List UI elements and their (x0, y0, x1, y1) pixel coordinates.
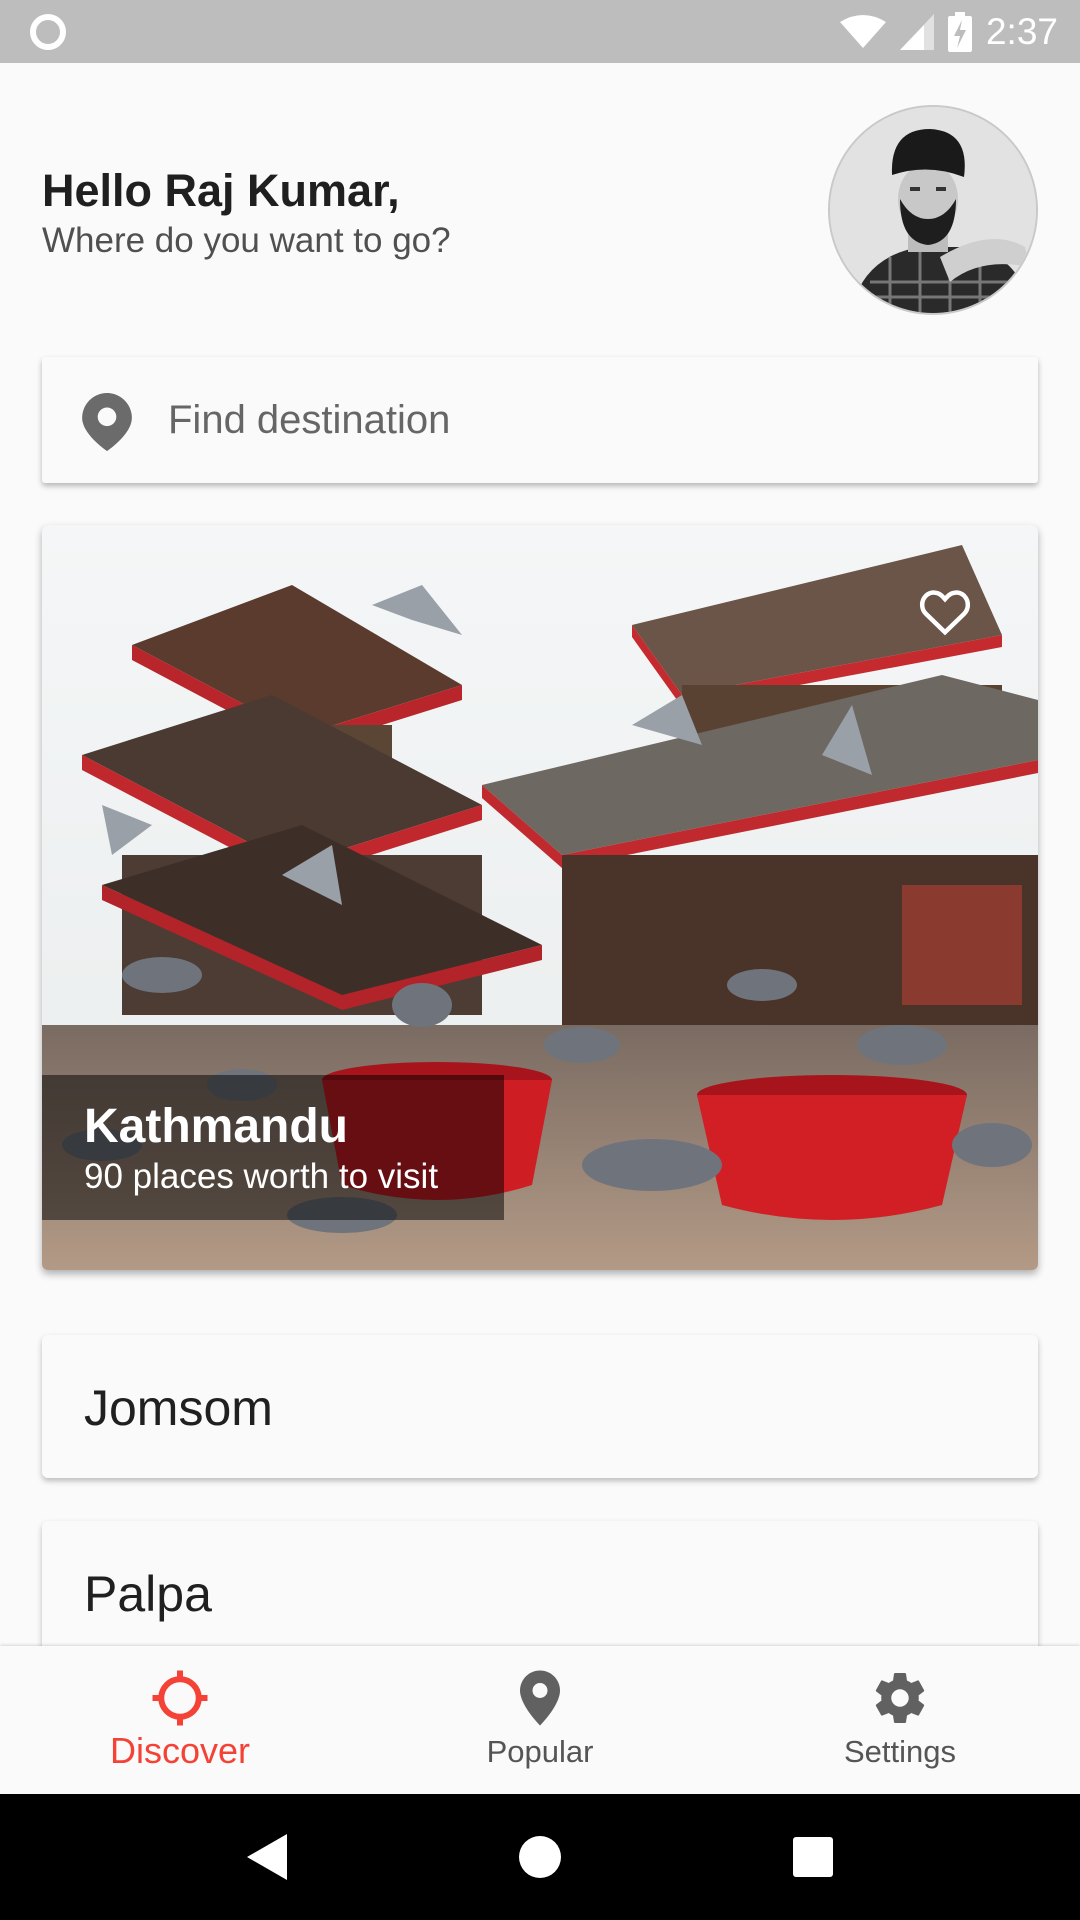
search-input[interactable] (168, 357, 988, 483)
home-button[interactable] (510, 1827, 570, 1887)
heart-icon[interactable] (918, 587, 972, 637)
destination-card-jomsom[interactable]: Jomsom (42, 1335, 1038, 1478)
status-time: 2:37 (985, 11, 1058, 52)
home-circle-icon (518, 1836, 561, 1878)
signal-icon (899, 14, 934, 50)
search-box[interactable] (42, 357, 1038, 483)
featured-destination-card[interactable]: Kathmandu 90 places worth to visit (42, 525, 1038, 1270)
notification-circle-icon (30, 14, 66, 50)
back-button[interactable] (237, 1827, 297, 1887)
featured-subtitle: 90 places worth to visit (84, 1157, 439, 1196)
back-triangle-icon (246, 1834, 287, 1880)
featured-title: Kathmandu (84, 1100, 348, 1153)
location-pin-icon (82, 393, 132, 451)
system-navigation-bar (0, 1794, 1080, 1920)
recents-square-icon (793, 1837, 834, 1877)
gear-icon (875, 1673, 925, 1723)
featured-caption: Kathmandu 90 places worth to visit (42, 1075, 504, 1220)
greeting: Hello Raj Kumar, Where do you want to go… (42, 163, 762, 263)
nav-item-popular[interactable]: Popular (360, 1646, 720, 1794)
nav-label: Discover (109, 1730, 251, 1771)
nav-label: Settings (843, 1734, 956, 1769)
wifi-icon (839, 15, 886, 48)
nav-label: Popular (486, 1734, 594, 1769)
bottom-navigation: Discover Popular Settings (0, 1646, 1080, 1794)
destination-name: Palpa (84, 1566, 212, 1622)
location-pin-icon (520, 1670, 560, 1726)
status-bar: 2:37 (0, 0, 1080, 63)
nav-item-settings[interactable]: Settings (720, 1646, 1080, 1794)
destination-name: Jomsom (84, 1380, 273, 1436)
status-icons: 2:37 (839, 8, 1058, 56)
battery-charging-icon (947, 12, 972, 52)
greeting-title: Hello Raj Kumar, (42, 165, 400, 216)
destination-card-palpa[interactable]: Palpa (42, 1521, 1038, 1664)
nav-item-discover[interactable]: Discover (0, 1646, 360, 1794)
crosshair-icon (152, 1670, 208, 1726)
greeting-subtitle: Where do you want to go? (42, 221, 451, 260)
avatar-portrait (830, 107, 1036, 313)
recents-button[interactable] (783, 1827, 843, 1887)
avatar[interactable] (828, 105, 1038, 315)
